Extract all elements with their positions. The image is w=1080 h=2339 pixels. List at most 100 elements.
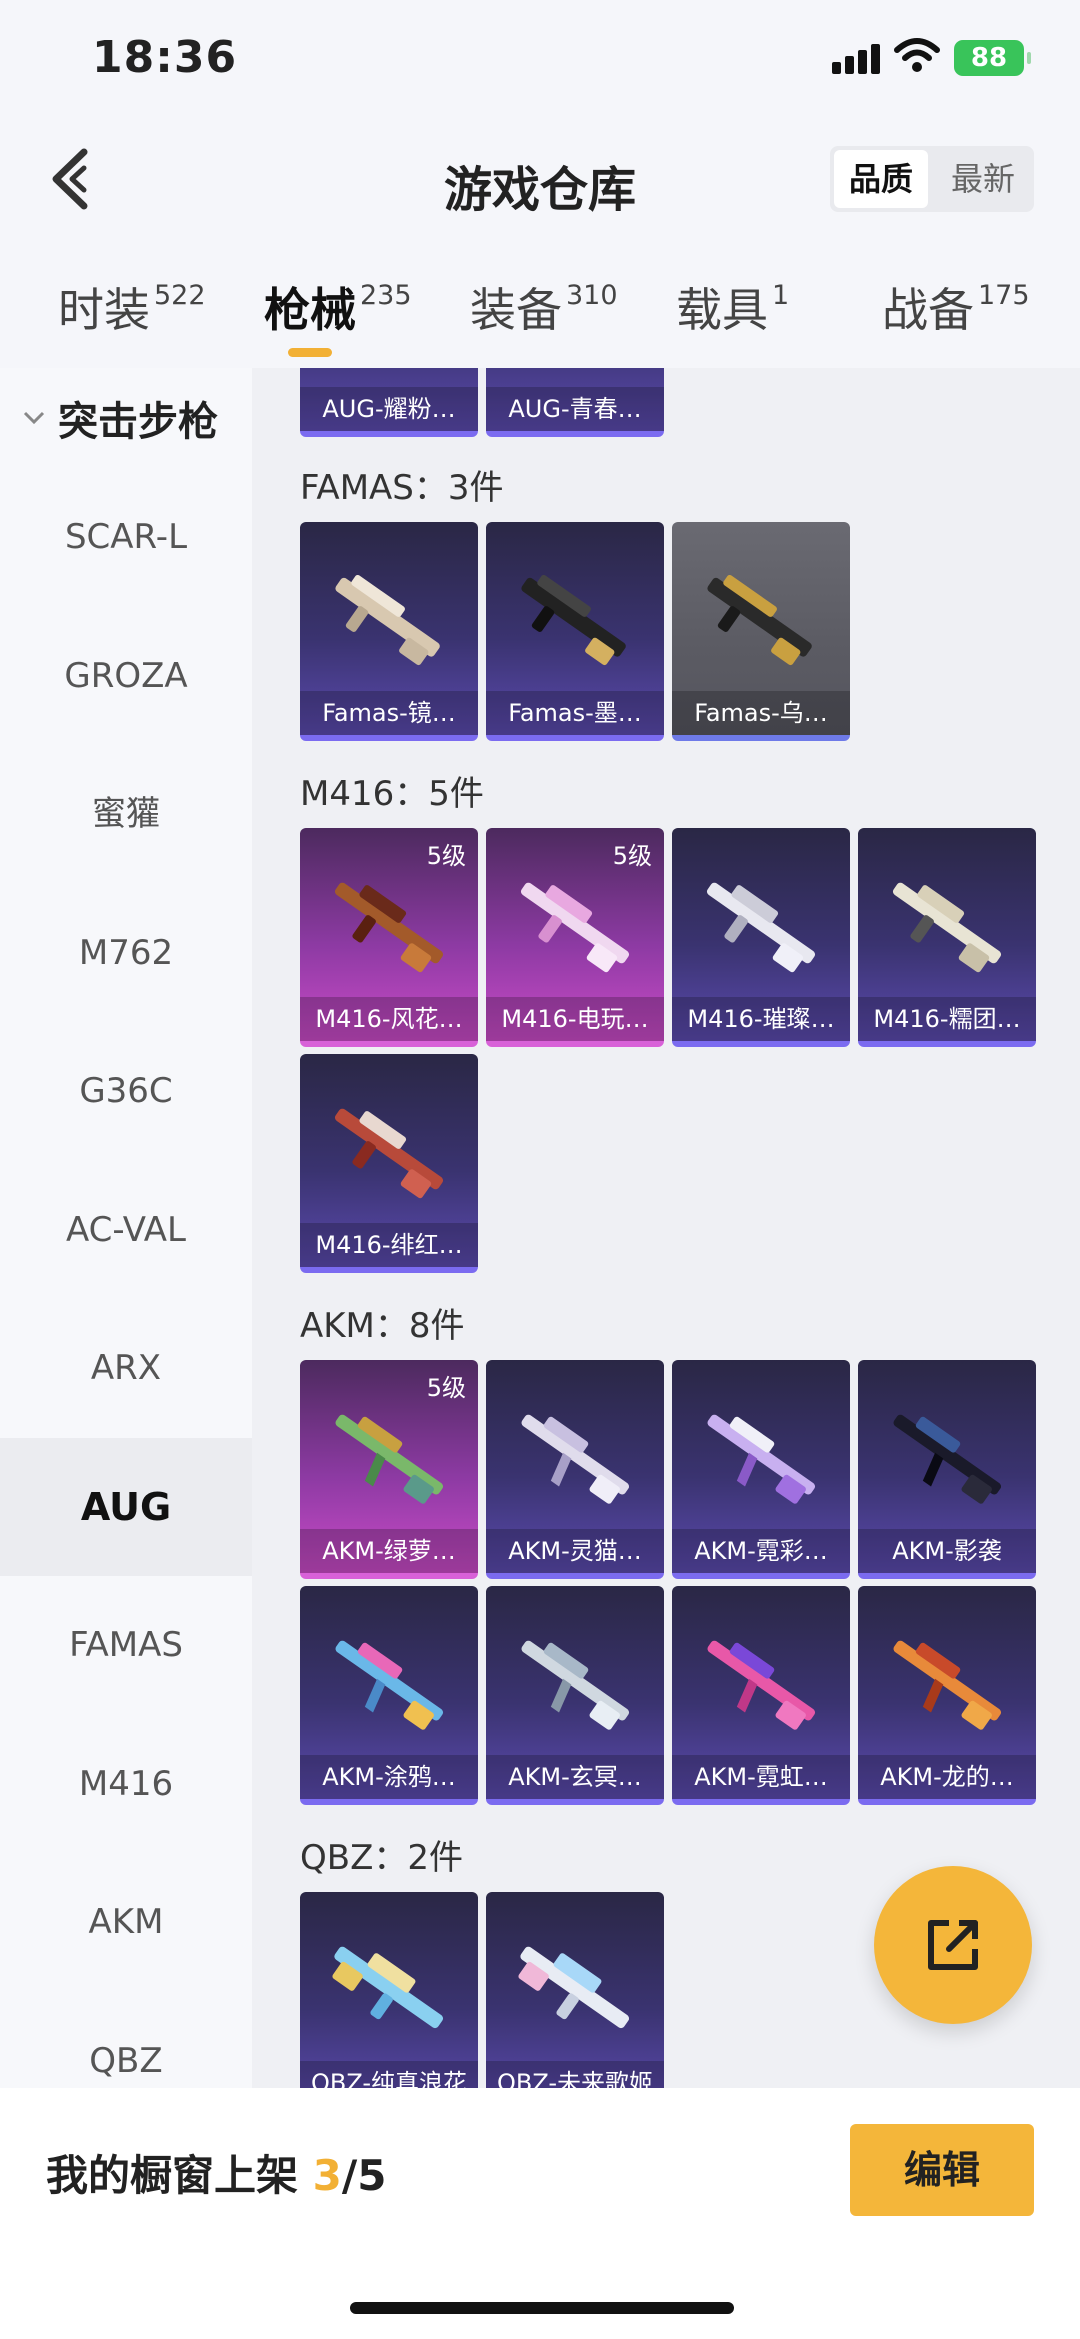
sidebar-item-groza[interactable]: GROZA <box>0 607 252 746</box>
akm-skin-icon <box>335 1640 444 1730</box>
akm-skin-icon <box>521 1414 630 1504</box>
skin-card[interactable]: AKM-龙的… <box>858 1586 1036 1805</box>
weapon-type-sidebar: 突击步枪 SCAR-L GROZA 蜜獾 M762 G36C AC-VAL AR… <box>0 368 252 2088</box>
sidebar-category-header[interactable]: 突击步枪 <box>0 368 252 468</box>
chevron-down-icon <box>23 411 45 425</box>
skin-name: QBZ-纯真浪花 <box>300 2061 478 2088</box>
akm-skin-icon <box>707 1640 816 1730</box>
skin-card[interactable]: AUG-耀粉… <box>300 368 478 437</box>
sidebar-item-arx[interactable]: ARX <box>0 1299 252 1438</box>
home-indicator <box>350 2302 734 2314</box>
sidebar-item-ac-val[interactable]: AC-VAL <box>0 1161 252 1300</box>
skin-card[interactable]: Famas-乌… <box>672 522 850 741</box>
m416-skin-icon <box>334 1108 444 1199</box>
sort-quality-button[interactable]: 品质 <box>834 150 928 208</box>
tab-count: 310 <box>566 280 618 311</box>
skin-card[interactable]: Famas-墨… <box>486 522 664 741</box>
sidebar-item-m762[interactable]: M762 <box>0 884 252 1023</box>
skin-name: M416-风花… <box>300 997 478 1041</box>
sidebar-item-g36c[interactable]: G36C <box>0 1022 252 1161</box>
weapon-skin-list: AUG-耀粉… AUG-青春… FAMAS：3件 Famas-镜… Famas-… <box>252 368 1080 2088</box>
sidebar-item-scar-l[interactable]: SCAR-L <box>0 468 252 607</box>
sidebar-item-famas[interactable]: FAMAS <box>0 1576 252 1715</box>
m416-skin-icon <box>334 882 444 973</box>
skin-card[interactable]: AKM-涂鸦… <box>300 1586 478 1805</box>
skin-card[interactable]: AKM-影袭 <box>858 1360 1036 1579</box>
sidebar-item-qbz[interactable]: QBZ <box>0 1992 252 2089</box>
sort-newest-button[interactable]: 最新 <box>936 150 1030 208</box>
skin-name: AKM-涂鸦… <box>300 1755 478 1799</box>
skin-name: M416-糯团… <box>858 997 1036 1041</box>
skin-card[interactable]: AKM-霓彩… <box>672 1360 850 1579</box>
share-button[interactable] <box>874 1866 1032 2024</box>
skin-card[interactable]: AKM-玄冥… <box>486 1586 664 1805</box>
showcase-status: 我的橱窗上架 3/5 <box>46 2142 386 2203</box>
skin-card[interactable]: AKM-霓虹… <box>672 1586 850 1805</box>
bottom-bar: 我的橱窗上架 3/5 编辑 <box>0 2088 1080 2339</box>
akm-skin-icon <box>521 1640 630 1730</box>
nav-bar: 游戏仓库 品质 最新 <box>0 120 1080 240</box>
skin-name: AUG-耀粉… <box>300 387 478 431</box>
tab-fashion[interactable]: 时装 522 <box>58 274 206 340</box>
tab-count: 175 <box>978 280 1030 311</box>
tab-weapons[interactable]: 枪械 235 <box>264 274 412 340</box>
skin-name: M416-璀璨… <box>672 997 850 1041</box>
sidebar-item-honey-badger[interactable]: 蜜獾 <box>0 745 252 884</box>
section-title-famas: FAMAS：3件 <box>300 468 504 508</box>
tab-label: 枪械 <box>264 283 356 337</box>
skin-card[interactable]: QBZ-纯真浪花 <box>300 1892 478 2088</box>
skin-card[interactable]: 5级 AKM-绿萝… <box>300 1360 478 1579</box>
skin-name: QBZ-未来歌姬 <box>486 2061 664 2088</box>
skin-card[interactable]: 5级 M416-电玩… <box>486 828 664 1047</box>
skin-name: Famas-镜… <box>300 691 478 735</box>
skin-card[interactable]: M416-糯团… <box>858 828 1036 1047</box>
tab-label: 战备 <box>882 283 974 337</box>
sidebar-header-label: 突击步枪 <box>58 399 218 445</box>
sort-toggle: 品质 最新 <box>830 146 1034 212</box>
m416-skin-icon <box>892 882 1002 973</box>
skin-card[interactable]: QBZ-未来歌姬 <box>486 1892 664 2088</box>
skin-card[interactable]: M416-绯红… <box>300 1054 478 1273</box>
skin-name: AKM-龙的… <box>858 1755 1036 1799</box>
qbz-skin-icon <box>332 1946 444 2029</box>
famas-skin-icon <box>335 575 440 666</box>
share-external-icon <box>928 1920 978 1970</box>
tab-vehicles[interactable]: 载具 1 <box>676 274 789 340</box>
wifi-icon <box>894 38 940 72</box>
edit-button[interactable]: 编辑 <box>850 2124 1034 2216</box>
tab-count: 522 <box>154 280 206 311</box>
tab-equipment[interactable]: 装备 310 <box>470 274 618 340</box>
skin-name: AKM-霓虹… <box>672 1755 850 1799</box>
famas-skin-icon <box>707 575 812 666</box>
skin-card[interactable]: AKM-灵猫… <box>486 1360 664 1579</box>
cellular-signal-icon <box>832 44 880 74</box>
skin-name: AKM-灵猫… <box>486 1529 664 1573</box>
sidebar-item-akm[interactable]: AKM <box>0 1853 252 1992</box>
tab-count: 235 <box>360 280 412 311</box>
active-tab-indicator <box>288 348 332 357</box>
status-bar: 18:36 88 <box>0 0 1080 120</box>
sidebar-item-m416[interactable]: M416 <box>0 1715 252 1854</box>
tab-label: 装备 <box>470 283 562 337</box>
skin-name: AKM-霓彩… <box>672 1529 850 1573</box>
qbz-skin-icon <box>518 1946 630 2029</box>
skin-card[interactable]: Famas-镜… <box>300 522 478 741</box>
skin-name: AUG-青春… <box>486 387 664 431</box>
skin-card[interactable]: AUG-青春… <box>486 368 664 437</box>
akm-skin-icon <box>893 1414 1002 1504</box>
m416-skin-icon <box>520 882 630 973</box>
category-tabs: 时装 522 枪械 235 装备 310 载具 1 战备 175 <box>0 240 1080 368</box>
skin-card[interactable]: 5级 M416-风花… <box>300 828 478 1047</box>
section-title-akm: AKM：8件 <box>300 1306 465 1346</box>
sidebar-item-aug[interactable]: AUG <box>0 1437 252 1576</box>
m416-skin-icon <box>706 882 816 973</box>
akm-skin-icon <box>707 1414 816 1504</box>
tab-label: 时装 <box>58 283 150 337</box>
skin-card[interactable]: M416-璀璨… <box>672 828 850 1047</box>
skin-name: M416-绯红… <box>300 1223 478 1267</box>
skin-name: AKM-玄冥… <box>486 1755 664 1799</box>
skin-name: Famas-墨… <box>486 691 664 735</box>
famas-skin-icon <box>521 575 626 666</box>
akm-skin-icon <box>335 1414 444 1504</box>
tab-supplies[interactable]: 战备 175 <box>882 274 1030 340</box>
